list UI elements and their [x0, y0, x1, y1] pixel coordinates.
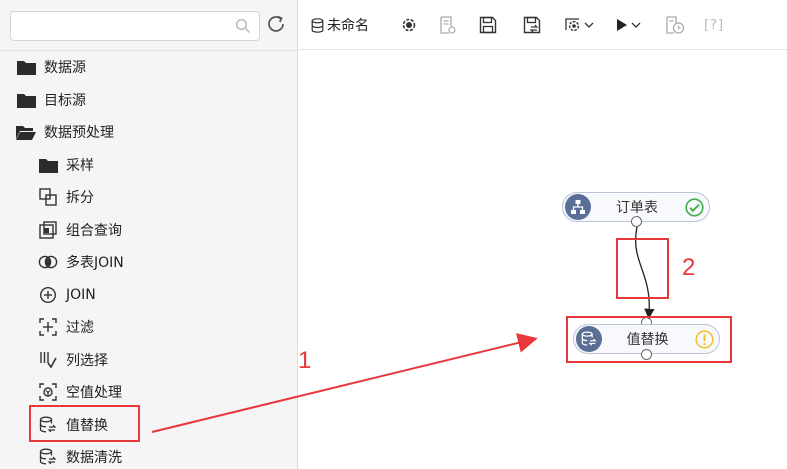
tree-item-label: 目标源	[44, 93, 86, 109]
run-dropdown-button[interactable]	[616, 14, 642, 36]
sidebar-separator	[0, 50, 297, 51]
search-box	[10, 11, 260, 41]
value-replace-icon	[576, 326, 602, 352]
annotation-number-2: 2	[682, 254, 696, 281]
refresh-icon[interactable]	[265, 13, 287, 35]
node-label: 订单表	[616, 200, 658, 216]
tree-item-label: 多表JOIN	[66, 255, 124, 271]
tree-item-label: 数据源	[44, 60, 86, 76]
app-window: 数据源 目标源 数据预处理 采样 拆分 组合查询 多表JOIN JOIN 过滤 …	[0, 0, 787, 469]
multi-join-icon	[38, 252, 58, 272]
tree-item-value-replace[interactable]: 值替换	[38, 411, 108, 439]
tree-item-label: 数据清洗	[66, 450, 122, 466]
tree-item-data-source[interactable]: 数据源	[16, 53, 86, 81]
history-button[interactable]	[665, 14, 685, 36]
toolbar: 未命名 [?]	[299, 0, 787, 50]
node-output-port[interactable]	[641, 349, 652, 360]
run-icon	[617, 19, 627, 31]
settings-icon	[402, 18, 416, 32]
help-icon: [?]	[704, 17, 725, 33]
report-button[interactable]	[438, 14, 456, 36]
tree-item-label: 列选择	[66, 353, 108, 369]
history-icon	[666, 16, 685, 34]
workflow-canvas[interactable]: 订单表 值替换	[299, 51, 787, 469]
tree-item-target-source[interactable]: 目标源	[16, 86, 86, 114]
chevron-down-icon	[584, 22, 594, 28]
sidebar: 数据源 目标源 数据预处理 采样 拆分 组合查询 多表JOIN JOIN 过滤 …	[0, 0, 298, 469]
save-as-icon	[523, 16, 541, 34]
tree-item-multi-join[interactable]: 多表JOIN	[38, 248, 124, 276]
config-dropdown-button[interactable]	[564, 14, 594, 36]
tree-item-label: 采样	[66, 158, 94, 174]
search-icon[interactable]	[235, 18, 251, 34]
tree-item-label: 拆分	[66, 190, 94, 206]
report-icon	[440, 16, 456, 34]
tree-item-filter[interactable]: 过滤	[38, 313, 94, 341]
data-clean-icon	[38, 447, 58, 467]
tree-item-label: 数据预处理	[44, 125, 114, 141]
annotation-number-1: 1	[298, 347, 312, 374]
chevron-down-icon	[631, 22, 641, 28]
tree-item-sampling[interactable]: 采样	[38, 151, 94, 179]
settings-button[interactable]	[400, 14, 418, 36]
tree-item-preprocessing[interactable]: 数据预处理	[16, 118, 114, 146]
folder-icon	[16, 57, 36, 77]
value-replace-icon	[38, 415, 58, 435]
split-icon	[38, 187, 58, 207]
workflow-name-label: 未命名	[327, 18, 369, 34]
success-check-icon	[685, 198, 704, 217]
tree-item-split[interactable]: 拆分	[38, 183, 94, 211]
search-input[interactable]	[11, 12, 231, 40]
tree-item-column-select[interactable]: 列选择	[38, 346, 108, 374]
combine-query-icon	[38, 220, 58, 240]
tree-item-null-handling[interactable]: 空值处理	[38, 378, 122, 406]
tree-item-label: JOIN	[66, 287, 96, 303]
config-dropdown-icon	[565, 18, 580, 32]
filter-icon	[38, 317, 58, 337]
warning-icon	[695, 330, 714, 349]
save-icon	[479, 16, 497, 34]
help-button[interactable]: [?]	[704, 14, 724, 36]
node-label: 值替换	[626, 332, 669, 348]
tree-item-label: 空值处理	[66, 385, 122, 401]
folder-icon	[16, 90, 36, 110]
save-button[interactable]	[479, 14, 497, 36]
tree-item-data-clean[interactable]: 数据清洗	[38, 443, 122, 469]
save-as-button[interactable]	[523, 14, 541, 36]
tree-item-label: 值替换	[66, 418, 108, 434]
folder-icon	[38, 155, 58, 175]
folder-open-icon	[16, 122, 36, 142]
database-icon	[311, 17, 324, 33]
table-source-icon	[565, 194, 591, 220]
workflow-name[interactable]: 未命名	[311, 14, 369, 36]
column-select-icon	[38, 350, 58, 370]
null-handling-icon	[38, 382, 58, 402]
tree-item-label: 组合查询	[66, 223, 122, 239]
tree-item-label: 过滤	[66, 320, 94, 336]
tree-item-combine-query[interactable]: 组合查询	[38, 216, 122, 244]
node-output-port[interactable]	[631, 216, 642, 227]
tree-item-join[interactable]: JOIN	[38, 281, 96, 309]
join-icon	[38, 285, 58, 305]
